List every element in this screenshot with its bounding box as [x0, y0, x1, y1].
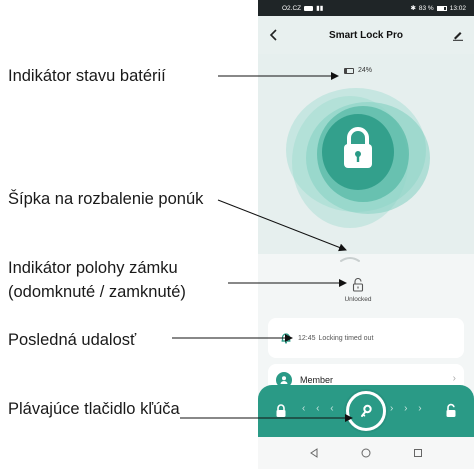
annotation-lock-position: Indikátor polohy zámku (odomknuté / zamk…	[8, 259, 186, 301]
nav-home-icon[interactable]	[358, 445, 374, 461]
phone-screen: O2.CZ ▮▮ ✱ 83 % 13:02 Smart Lock Pro 24%	[258, 0, 474, 469]
bell-icon	[281, 333, 291, 344]
signal-icon: ▮▮	[316, 5, 324, 12]
last-event-time: 12:45	[298, 334, 316, 342]
chevron-right-icon: ›	[452, 373, 456, 384]
lock-status-blobs	[286, 88, 430, 228]
chevron-up-icon[interactable]	[338, 254, 362, 264]
back-arrow-icon[interactable]	[264, 25, 284, 45]
battery-level: 24%	[358, 67, 373, 74]
nav-back-icon[interactable]	[306, 445, 322, 461]
slide-left-arrows-icon: ‹ ‹ ‹	[302, 403, 338, 414]
battery-indicator: 24%	[344, 67, 372, 74]
annotation-battery-indicator: Indikátor stavu batérií	[8, 67, 166, 85]
lock-state-label: Unlocked	[344, 296, 372, 303]
page-title: Smart Lock Pro	[329, 29, 403, 41]
nav-recents-icon[interactable]	[410, 445, 426, 461]
volte-icon	[304, 5, 314, 11]
key-button[interactable]	[346, 391, 386, 431]
annotation-key-button: Plávajúce tlačidlo kľúča	[8, 400, 180, 418]
app-header: Smart Lock Pro	[258, 16, 474, 54]
status-battery-percent: 83 %	[418, 4, 434, 12]
member-label: Member	[300, 375, 334, 385]
annotation-expand-arrow: Šípka na rozbalenie ponúk	[8, 190, 204, 208]
annotation-last-event: Posledná udalosť	[8, 331, 137, 349]
last-event-card[interactable]: 12:45 Locking timed out	[268, 318, 464, 358]
status-battery-icon	[436, 5, 447, 11]
battery-icon	[344, 67, 354, 74]
bluetooth-icon: ✱	[410, 5, 416, 12]
unlocked-padlock-icon	[446, 403, 456, 417]
status-bar: O2.CZ ▮▮ ✱ 83 % 13:02	[258, 0, 474, 16]
slide-right-arrows-icon: › › ›	[390, 403, 426, 414]
carrier-label: O2.CZ	[282, 4, 302, 12]
unlocked-padlock-icon	[352, 278, 364, 292]
last-event-text: Locking timed out	[318, 334, 374, 342]
locked-padlock-icon	[276, 404, 286, 417]
key-slider-bar[interactable]: ‹ ‹ ‹ › › ›	[258, 385, 474, 437]
system-nav-bar	[258, 437, 474, 469]
edit-pencil-icon[interactable]	[448, 25, 468, 45]
status-time: 13:02	[449, 4, 466, 12]
key-icon	[361, 404, 372, 417]
